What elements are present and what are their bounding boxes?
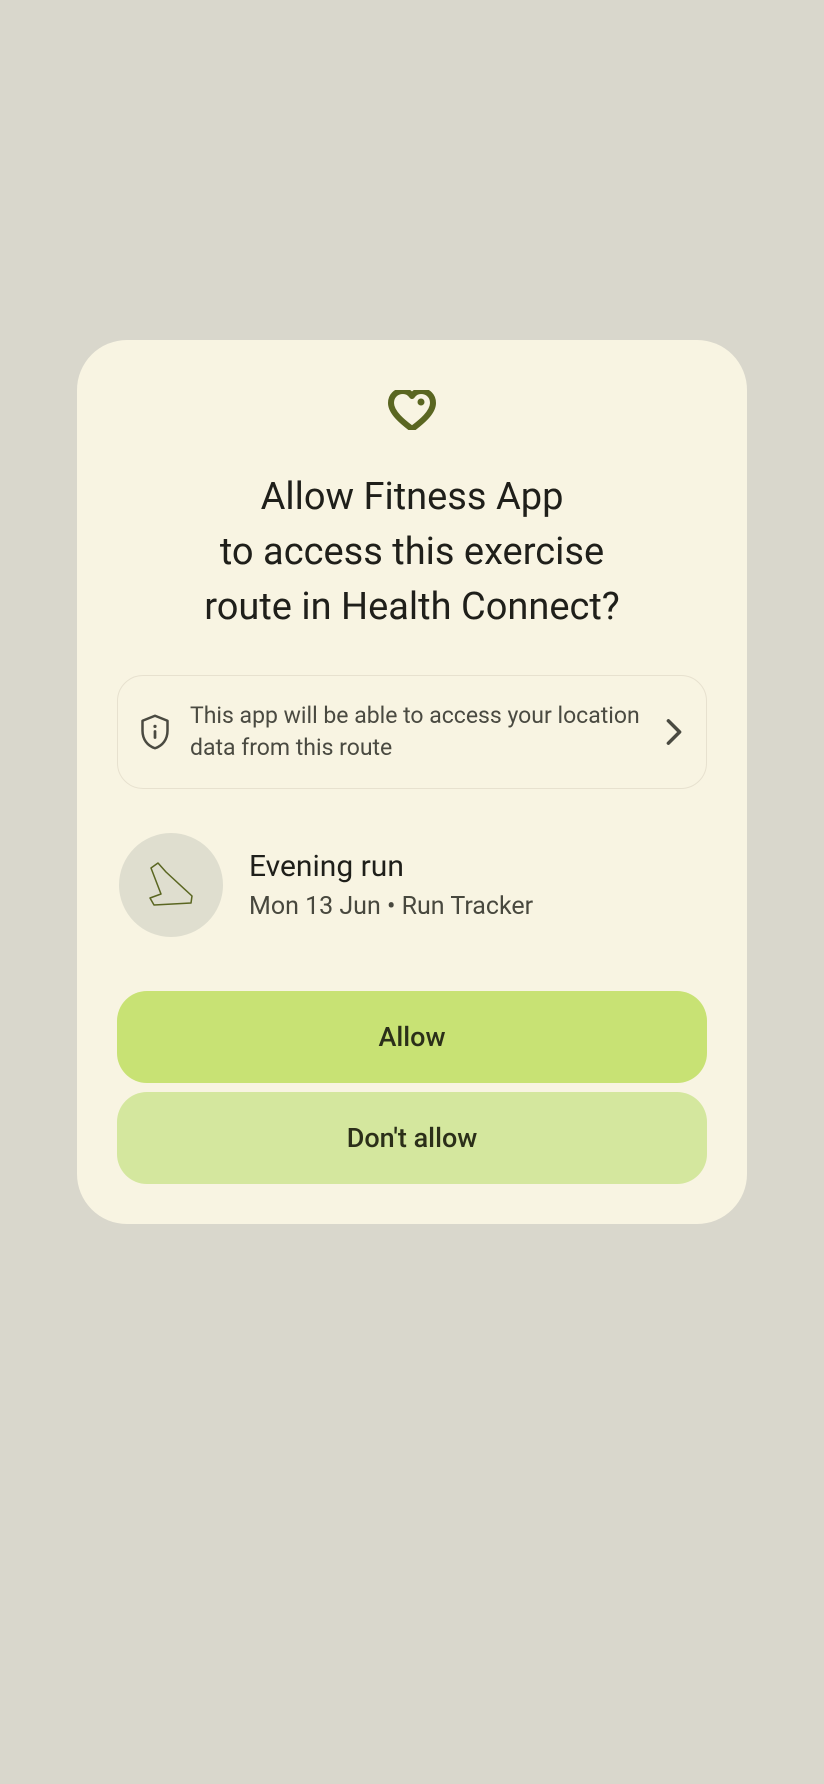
- dont-allow-button[interactable]: Don't allow: [117, 1092, 707, 1184]
- allow-button[interactable]: Allow: [117, 991, 707, 1083]
- info-banner[interactable]: This app will be able to access your loc…: [117, 675, 707, 789]
- route-map-avatar: [119, 833, 223, 937]
- app-icon-wrap: [117, 390, 707, 430]
- route-path-icon: [136, 850, 206, 920]
- route-title: Evening run: [249, 849, 533, 884]
- health-connect-heart-icon: [385, 390, 439, 430]
- chevron-right-icon: [664, 718, 684, 746]
- route-item: Evening run Mon 13 Jun • Run Tracker: [117, 833, 707, 937]
- shield-info-icon: [140, 714, 170, 750]
- info-banner-text: This app will be able to access your loc…: [190, 700, 644, 764]
- permission-dialog: Allow Fitness App to access this exercis…: [77, 340, 747, 1225]
- route-subtitle: Mon 13 Jun • Run Tracker: [249, 892, 533, 921]
- dialog-title: Allow Fitness App to access this exercis…: [117, 470, 707, 635]
- route-text: Evening run Mon 13 Jun • Run Tracker: [249, 849, 533, 921]
